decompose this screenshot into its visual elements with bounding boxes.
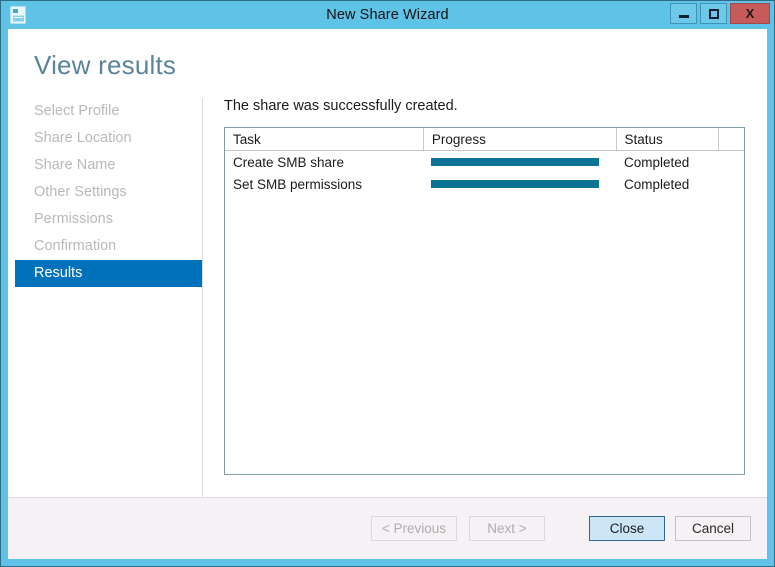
table-header-row: Task Progress Status <box>225 128 744 151</box>
column-header-task[interactable]: Task <box>225 128 424 151</box>
maximize-button[interactable] <box>700 3 727 24</box>
results-table-container: Task Progress Status Create SMB share Co… <box>224 127 745 475</box>
nav-item-select-profile[interactable]: Select Profile <box>15 98 202 125</box>
client-area: View results Select Profile Share Locati… <box>8 29 767 559</box>
cell-progress <box>423 151 616 174</box>
cell-task: Create SMB share <box>233 154 345 170</box>
minimize-icon <box>678 15 689 18</box>
nav-item-other-settings[interactable]: Other Settings <box>15 179 202 206</box>
results-table: Task Progress Status Create SMB share Co… <box>225 128 744 195</box>
close-window-button[interactable]: X <box>730 3 770 24</box>
cell-status: Completed <box>624 154 690 170</box>
column-header-progress[interactable]: Progress <box>423 128 617 151</box>
close-button[interactable]: Close <box>589 516 665 541</box>
wizard-body: Select Profile Share Location Share Name… <box>8 81 767 497</box>
wizard-content: The share was successfully created. Task… <box>203 98 767 497</box>
wizard-step-nav: Select Profile Share Location Share Name… <box>8 98 203 497</box>
nav-item-permissions[interactable]: Permissions <box>15 206 202 233</box>
table-row[interactable]: Set SMB permissions Completed <box>225 173 744 195</box>
cancel-button[interactable]: Cancel <box>675 516 751 541</box>
previous-button[interactable]: < Previous <box>370 516 457 541</box>
share-wizard-icon <box>9 5 29 25</box>
cell-spacer <box>719 173 744 195</box>
nav-item-share-location[interactable]: Share Location <box>15 125 202 152</box>
minimize-button[interactable] <box>670 3 697 24</box>
cell-task: Set SMB permissions <box>233 176 363 192</box>
column-header-status[interactable]: Status <box>616 128 720 151</box>
table-row[interactable]: Create SMB share Completed <box>225 151 744 174</box>
new-share-wizard-window: New Share Wizard X View results Select P… <box>0 0 775 567</box>
column-header-spacer <box>718 128 744 151</box>
cell-progress <box>423 173 616 195</box>
success-message: The share was successfully created. <box>224 98 458 114</box>
title-bar[interactable]: New Share Wizard X <box>1 1 774 29</box>
wizard-footer: < Previous Next > Close Cancel <box>8 497 767 559</box>
cell-spacer <box>719 151 744 174</box>
window-controls: X <box>670 3 770 24</box>
nav-item-confirmation[interactable]: Confirmation <box>15 233 202 260</box>
progress-bar <box>431 158 600 166</box>
window-title: New Share Wizard <box>326 7 449 23</box>
nav-item-share-name[interactable]: Share Name <box>15 152 202 179</box>
page-title: View results <box>34 50 177 80</box>
progress-bar <box>431 180 600 188</box>
nav-item-results[interactable]: Results <box>15 260 202 287</box>
maximize-icon <box>708 8 719 19</box>
next-button[interactable]: Next > <box>469 516 545 541</box>
cell-status: Completed <box>624 176 690 192</box>
